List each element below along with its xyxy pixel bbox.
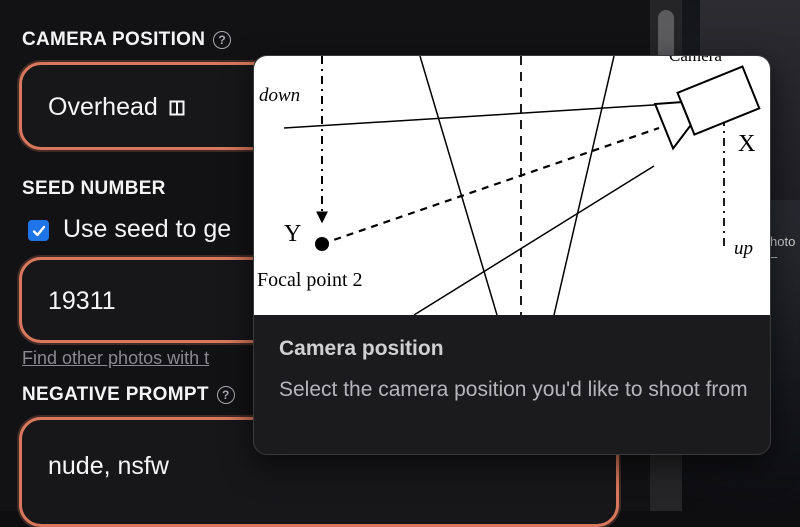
camera-position-label: CAMERA POSITION ? [22, 29, 232, 51]
svg-text:Camera: Camera [669, 56, 722, 65]
svg-text:Focal point 2: Focal point 2 [257, 269, 363, 291]
svg-text:Y: Y [284, 221, 301, 247]
seed-number-label: SEED NUMBER [22, 178, 166, 199]
help-icon[interactable]: ? [216, 386, 235, 404]
svg-text:up: up [734, 238, 753, 259]
seed-number-value: 19311 [48, 287, 116, 315]
background-snippet: hoto – [770, 234, 796, 264]
checkmark-icon [32, 225, 45, 236]
camera-position-tooltip: down up Y X Focal point 2 Camera Camera … [253, 55, 771, 455]
use-seed-label: Use seed to ge [63, 215, 232, 243]
help-icon[interactable]: ? [213, 31, 232, 49]
use-seed-checkbox[interactable] [28, 220, 49, 241]
svg-text:down: down [259, 85, 300, 106]
tooltip-title: Camera position [279, 337, 444, 360]
overhead-icon [169, 100, 185, 116]
camera-diagram-svg: down up Y X Focal point 2 Camera [257, 56, 761, 316]
negative-prompt-value: nude, nsfw [48, 452, 169, 480]
negative-prompt-label: NEGATIVE PROMPT ? [22, 384, 235, 406]
find-other-photos-link[interactable]: Find other photos with t [22, 348, 209, 369]
camera-diagram: down up Y X Focal point 2 Camera [254, 56, 770, 316]
tooltip-description: Select the camera position you'd like to… [279, 378, 748, 401]
camera-position-value: Overhead [48, 93, 158, 121]
svg-text:X: X [738, 131, 755, 157]
